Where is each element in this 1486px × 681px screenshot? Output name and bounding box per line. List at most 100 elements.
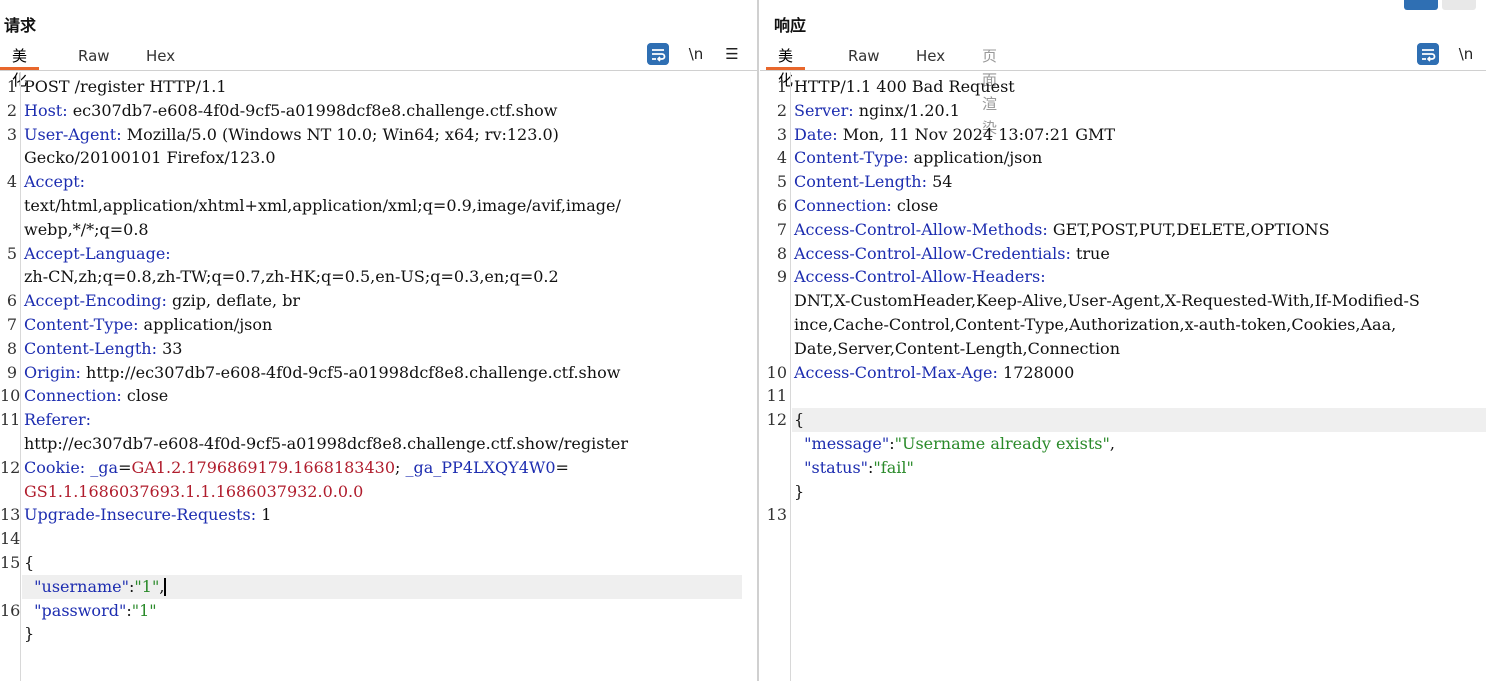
code-line: ince,Cache-Control,Content-Type,Authoriz… — [760, 313, 1486, 337]
menu-icon[interactable]: ☰ — [722, 43, 742, 65]
tab-render[interactable]: 页面渲染 — [970, 44, 1009, 137]
pane-splitter[interactable] — [757, 0, 759, 681]
token: "Username already exists" — [894, 434, 1110, 453]
wrap-lines-icon — [1417, 43, 1439, 65]
token: _ga — [85, 457, 119, 477]
token: "message" — [804, 434, 890, 453]
line-text: Date: Mon, 11 Nov 2024 13:07:21 GMT — [794, 123, 1115, 147]
wrap-lines-icon — [647, 43, 669, 65]
token: = — [118, 457, 132, 477]
token: Content-Type: — [24, 315, 139, 334]
code-line: "message":"Username already exists", — [760, 432, 1486, 456]
code-line: 14 — [0, 527, 758, 551]
line-text: Cookie: _ga=GA1.2.1796869179.1668183430;… — [24, 456, 569, 480]
line-text: DNT,X-CustomHeader,Keep-Alive,User-Agent… — [794, 289, 1420, 313]
code-line: "status":"fail" — [760, 456, 1486, 480]
line-text: } — [794, 480, 804, 504]
tab-raw[interactable]: Raw — [66, 44, 122, 68]
code-line: text/html,application/xhtml+xml,applicat… — [0, 194, 758, 218]
token: Gecko/20100101 Firefox/123.0 — [24, 148, 276, 168]
code-line: 5 Accept-Language: — [0, 242, 758, 266]
request-title: 请求 — [4, 16, 37, 35]
token: ; — [395, 457, 406, 477]
code-line: 5 Content-Length: 54 — [760, 170, 1486, 194]
code-line: 6 Connection: close — [760, 194, 1486, 218]
response-pane: 响应 美化 Raw Hex 页面渲染 \n 1 HTTP/1.1 400 Bad … — [760, 0, 1486, 681]
newline-toggle[interactable]: \n — [1456, 43, 1476, 65]
token: 1728000 — [997, 362, 1075, 382]
current-line-highlight — [792, 408, 1486, 432]
code-line: 1 POST /register HTTP/1.1 — [0, 75, 758, 99]
tab-raw[interactable]: Raw — [836, 44, 892, 68]
code-line: 7 Content-Type: application/json — [0, 313, 758, 337]
tab-divider — [0, 70, 758, 71]
line-text: Content-Length: 54 — [794, 170, 952, 194]
token: } — [794, 481, 805, 501]
line-number: 11 — [766, 386, 787, 406]
line-text: Access-Control-Allow-Credentials: true — [794, 242, 1110, 266]
token: { — [794, 410, 805, 430]
tab-hex[interactable]: Hex — [134, 44, 187, 68]
tab-divider — [760, 70, 1486, 71]
token: Connection: — [24, 386, 122, 406]
token: application/json — [138, 315, 273, 334]
line-text: Upgrade-Insecure-Requests: 1 — [24, 503, 271, 527]
response-title: 响应 — [774, 16, 807, 35]
line-number: 6 — [776, 196, 787, 215]
token: Server: — [794, 100, 854, 120]
line-number: 10 — [766, 362, 787, 382]
tab-hex[interactable]: Hex — [904, 44, 957, 68]
token: Upgrade-Insecure-Requests: — [24, 505, 257, 525]
token: Access-Control-Max-Age: — [794, 362, 998, 382]
token: Cookie: — [24, 457, 86, 477]
token: "fail" — [873, 457, 914, 477]
line-text: Server: nginx/1.20.1 — [794, 99, 960, 123]
text-cursor — [164, 578, 167, 597]
line-text: GS1.1.1686037693.1.1.1686037932.0.0.0 — [24, 480, 363, 504]
token: GA1.2.1796869179.1668183430 — [131, 457, 396, 477]
token: text/html,application/xhtml+xml,applicat… — [24, 196, 621, 215]
response-editor[interactable]: 1 HTTP/1.1 400 Bad Request 2 Server: nginx/… — [760, 75, 1486, 681]
token: } — [24, 624, 35, 644]
line-number: 10 — [0, 386, 21, 406]
token: Host: — [24, 100, 68, 120]
token: "username" — [34, 576, 130, 596]
line-text: "status":"fail" — [794, 456, 914, 480]
request-editor[interactable]: 1 POST /register HTTP/1.1 2 Host: ec307db7-… — [0, 75, 758, 681]
request-pane: 请求 美化 Raw Hex \n ☰ 1 POST /register HTTP/… — [0, 0, 758, 681]
token: close — [121, 386, 169, 406]
code-line: DNT,X-CustomHeader,Keep-Alive,User-Agent… — [760, 289, 1486, 313]
code-line: 16 "password":"1" — [0, 599, 758, 623]
line-text: Date,Server,Content-Length,Connection — [794, 337, 1120, 361]
token: Content-Length: — [24, 338, 157, 358]
line-text: Referer: — [24, 408, 91, 432]
line-number: 4 — [6, 172, 17, 192]
newline-toggle[interactable]: \n — [686, 43, 706, 65]
tab-pretty[interactable]: 美化 — [766, 44, 806, 89]
line-text: Content-Length: 33 — [24, 337, 182, 361]
line-text: Access-Control-Allow-Headers: — [794, 265, 1046, 289]
token: 1 — [256, 505, 272, 525]
line-text: HTTP/1.1 400 Bad Request — [794, 75, 1015, 99]
line-number: 2 — [776, 100, 787, 120]
wrap-lines-button[interactable] — [1417, 43, 1439, 65]
line-text: Content-Type: application/json — [24, 313, 272, 337]
line-number: 14 — [0, 529, 21, 549]
code-line: 13 — [760, 503, 1486, 527]
code-line: 10 Connection: close — [0, 384, 758, 408]
line-text: http://ec307db7-e608-4f0d-9cf5-a01998dcf… — [24, 432, 628, 456]
code-line: http://ec307db7-e608-4f0d-9cf5-a01998dcf… — [0, 432, 758, 456]
line-text: Access-Control-Max-Age: 1728000 — [794, 361, 1074, 385]
token: Mozilla/5.0 (Windows NT 10.0; Win64; x64… — [121, 124, 559, 144]
code-line: 8 Content-Length: 33 — [0, 337, 758, 361]
token: Accept-Encoding: — [24, 291, 167, 311]
token: webp,*/*;q=0.8 — [24, 219, 149, 239]
wrap-lines-button[interactable] — [647, 43, 669, 65]
token: Mon, 11 Nov 2024 13:07:21 GMT — [837, 124, 1116, 144]
token: "1" — [134, 576, 160, 596]
tab-pretty[interactable]: 美化 — [0, 44, 40, 89]
token: Content-Length: — [794, 172, 927, 192]
token: zh-CN,zh;q=0.8,zh-TW;q=0.7,zh-HK;q=0.5,e… — [24, 267, 559, 287]
line-number: 1 — [776, 77, 787, 96]
